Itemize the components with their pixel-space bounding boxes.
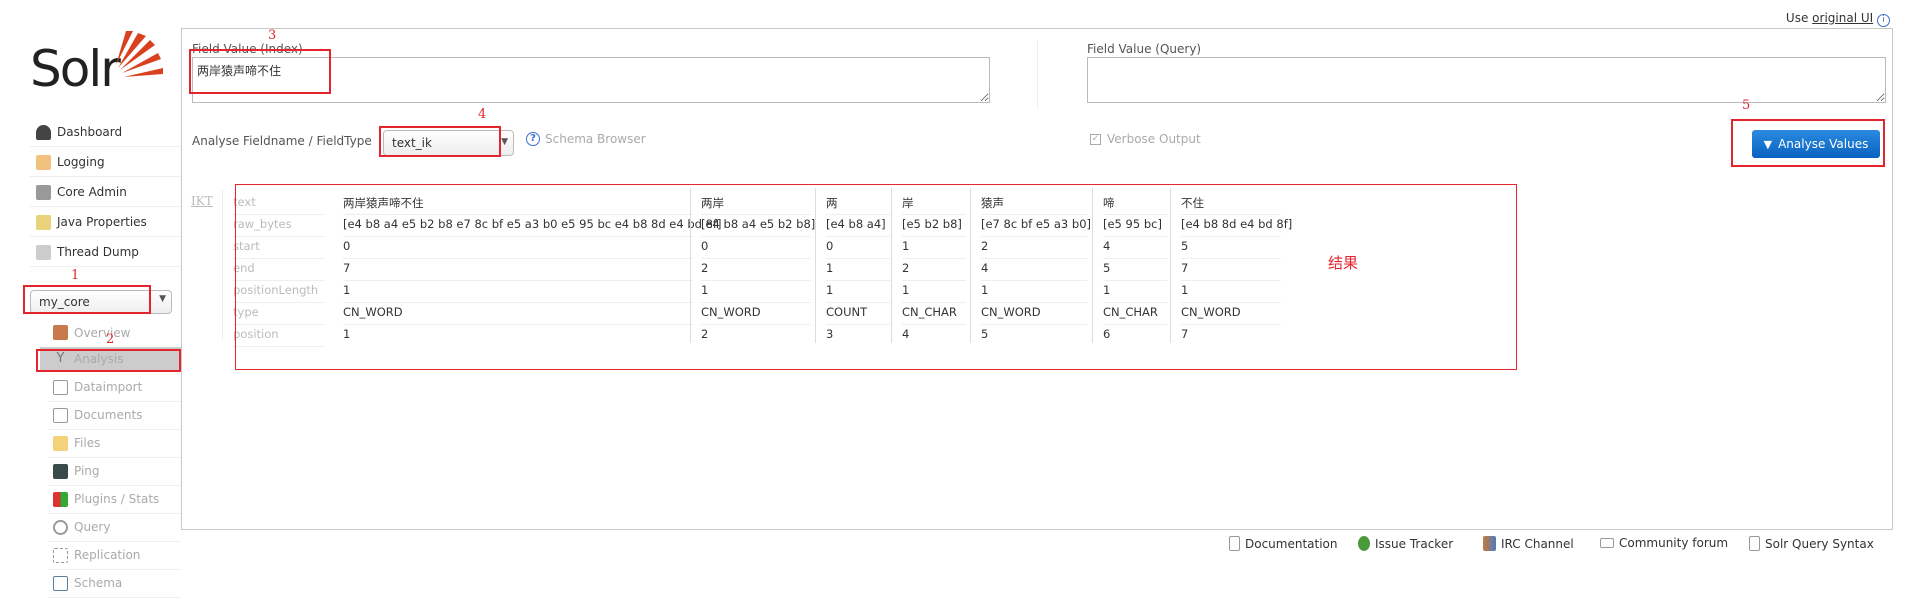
- replication-icon: [53, 547, 68, 563]
- java-properties-icon: [36, 214, 51, 230]
- bug-icon: [1358, 536, 1370, 551]
- annotation-number-4: 4: [478, 107, 487, 122]
- label: Schema: [74, 576, 123, 590]
- sidebar-item-java-properties[interactable]: Java Properties: [30, 208, 181, 237]
- sidebar-item-files[interactable]: Files: [48, 429, 181, 458]
- annotation-box-4: [379, 126, 501, 157]
- annotation-box-2: [36, 349, 181, 372]
- label: Files: [74, 436, 101, 450]
- sidebar-item-dashboard[interactable]: Dashboard: [30, 118, 181, 147]
- fieldtype-label: Analyse Fieldname / FieldType: [192, 134, 372, 148]
- analyzer-name: IKT: [191, 194, 213, 208]
- schema-icon: [53, 575, 68, 591]
- logging-icon: [36, 154, 51, 170]
- sidebar-item-replication[interactable]: Replication: [48, 541, 181, 570]
- label: Issue Tracker: [1375, 536, 1454, 551]
- annotation-result-label: 结果: [1328, 254, 1359, 272]
- home-icon: [53, 325, 68, 340]
- schema-browser-text: Schema Browser: [545, 132, 646, 146]
- annotation-number-1: 1: [71, 268, 80, 283]
- label: Solr Query Syntax: [1765, 536, 1874, 551]
- verbose-label: Verbose Output: [1107, 132, 1201, 146]
- label: Replication: [74, 548, 141, 562]
- annotation-box-3: [189, 49, 331, 94]
- footer-community-forum[interactable]: Community forum: [1600, 536, 1728, 550]
- ping-icon: [53, 463, 68, 479]
- label: Documentation: [1245, 536, 1338, 551]
- label: Overview: [74, 325, 131, 340]
- query-value-input[interactable]: [1087, 57, 1886, 103]
- divider: [1037, 40, 1038, 110]
- chevron-down-icon: ▼: [501, 137, 508, 147]
- label: Ping: [74, 464, 100, 478]
- footer-documentation[interactable]: Documentation: [1229, 536, 1338, 551]
- chevron-down-icon: ▼: [159, 294, 166, 304]
- logo-text: Solr: [30, 40, 121, 98]
- footer-solr-query-syntax[interactable]: Solr Query Syntax: [1749, 536, 1874, 551]
- sidebar-item-plugins-stats[interactable]: Plugins / Stats: [48, 485, 181, 514]
- label: Community forum: [1619, 536, 1729, 550]
- annotation-number-3: 3: [268, 28, 277, 43]
- sidebar-item-query[interactable]: Query: [48, 513, 181, 542]
- sidebar-item-thread-dump[interactable]: Thread Dump: [30, 238, 181, 267]
- solr-logo[interactable]: Solr: [30, 31, 163, 98]
- sidebar-item-core-admin[interactable]: Core Admin: [30, 178, 181, 207]
- label: Documents: [74, 408, 143, 422]
- documentation-icon: [1229, 536, 1240, 551]
- original-ui-link[interactable]: original UI: [1812, 11, 1873, 25]
- help-icon: ?: [526, 132, 540, 146]
- sidebar-item-logging[interactable]: Logging: [30, 148, 181, 177]
- sidebar-item-schema[interactable]: Schema: [48, 569, 181, 598]
- annotation-box-5: [1731, 119, 1885, 167]
- query-label: Field Value (Query): [1087, 42, 1202, 56]
- sidebar-item-ping[interactable]: Ping: [48, 457, 181, 486]
- solr-sun-icon: [116, 31, 163, 77]
- label: Thread Dump: [57, 245, 139, 259]
- annotation-box-results: [235, 184, 1517, 370]
- label: Plugins / Stats: [74, 492, 160, 506]
- thread-dump-icon: [36, 244, 51, 260]
- footer-irc-channel[interactable]: IRC Channel: [1483, 536, 1574, 551]
- verbose-output-toggle[interactable]: ✓ Verbose Output: [1090, 132, 1201, 146]
- query-icon: [53, 519, 68, 535]
- documents-icon: [53, 407, 68, 423]
- annotation-box-1: [23, 285, 151, 314]
- sidebar-item-overview[interactable]: Overview: [48, 318, 181, 347]
- use-original-ui: Use original UI i: [1786, 11, 1890, 27]
- core-admin-icon: [36, 184, 51, 200]
- divider: [222, 190, 223, 340]
- mail-icon: [1600, 538, 1614, 548]
- label: Core Admin: [57, 185, 127, 199]
- dataimport-icon: [53, 379, 68, 395]
- label: Logging: [57, 155, 105, 169]
- irc-icon: [1483, 536, 1496, 551]
- footer-issue-tracker[interactable]: Issue Tracker: [1358, 536, 1453, 551]
- label: Query: [74, 520, 111, 534]
- query-syntax-icon: [1749, 536, 1760, 551]
- schema-browser-link[interactable]: ? Schema Browser: [526, 132, 646, 146]
- plugins-icon: [53, 491, 68, 507]
- label: Dashboard: [57, 125, 123, 139]
- label: IRC Channel: [1501, 536, 1574, 551]
- annotation-number-5: 5: [1742, 98, 1751, 113]
- sidebar-item-dataimport[interactable]: Dataimport: [48, 373, 181, 402]
- annotation-number-2: 2: [106, 332, 115, 347]
- dashboard-icon: [36, 124, 51, 140]
- checkbox-icon[interactable]: ✓: [1090, 133, 1101, 145]
- label: Java Properties: [57, 215, 147, 229]
- info-icon[interactable]: i: [1877, 14, 1890, 27]
- files-icon: [53, 435, 68, 451]
- label: Dataimport: [74, 380, 143, 394]
- use-text: Use: [1785, 11, 1809, 25]
- sidebar-item-documents[interactable]: Documents: [48, 401, 181, 430]
